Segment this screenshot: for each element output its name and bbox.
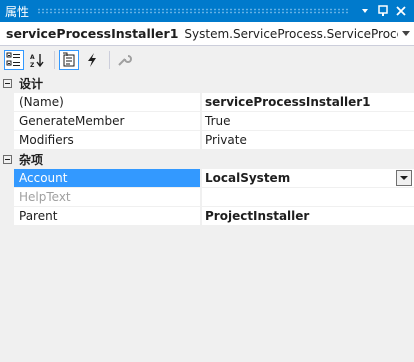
property-value-combo[interactable]: LocalSystem <box>202 169 414 188</box>
window-title: 属性 <box>5 4 30 19</box>
collapse-icon[interactable] <box>0 74 14 93</box>
property-row-name[interactable]: (Name) serviceProcessInstaller1 <box>0 93 414 112</box>
properties-icon[interactable] <box>59 50 79 70</box>
object-type: System.ServiceProcess.ServiceProcessInst… <box>184 26 414 41</box>
property-row-modifiers[interactable]: Modifiers Private <box>0 131 414 150</box>
property-name[interactable]: Parent <box>14 207 200 226</box>
properties-window-titlebar[interactable]: 属性 <box>0 0 414 22</box>
property-pages-wrench-icon[interactable] <box>114 50 134 70</box>
toolbar-separator <box>54 51 55 69</box>
property-name[interactable]: GenerateMember <box>14 112 200 131</box>
titlebar-grip[interactable] <box>37 8 349 14</box>
object-name: serviceProcessInstaller1 <box>6 26 179 41</box>
property-name[interactable]: (Name) <box>14 93 200 112</box>
toolbar-separator <box>109 51 110 69</box>
property-value[interactable] <box>202 188 414 207</box>
combo-dropdown-icon[interactable] <box>396 170 412 186</box>
window-menu-dropdown-icon[interactable] <box>357 3 373 19</box>
property-row-generatemember[interactable]: GenerateMember True <box>0 112 414 131</box>
close-icon[interactable] <box>393 3 409 19</box>
svg-text:Z: Z <box>30 62 35 68</box>
object-selector-dropdown-icon[interactable] <box>398 22 414 45</box>
categorized-icon[interactable] <box>4 50 24 70</box>
svg-text:A: A <box>30 54 35 61</box>
property-row-account[interactable]: Account LocalSystem <box>0 169 414 188</box>
category-label: 设计 <box>19 77 44 91</box>
property-row-parent[interactable]: Parent ProjectInstaller <box>0 207 414 226</box>
collapse-icon[interactable] <box>0 150 14 169</box>
category-misc[interactable]: 杂项 <box>0 150 414 169</box>
events-lightning-icon[interactable] <box>82 50 102 70</box>
property-value[interactable]: ProjectInstaller <box>202 207 414 226</box>
pin-icon[interactable] <box>375 3 391 19</box>
properties-toolbar: A Z <box>0 47 414 73</box>
category-design[interactable]: 设计 <box>0 74 414 93</box>
property-name[interactable]: HelpText <box>14 188 200 207</box>
property-name[interactable]: Modifiers <box>14 131 200 150</box>
alphabetical-icon[interactable]: A Z <box>27 50 47 70</box>
property-value[interactable]: Private <box>202 131 414 150</box>
category-label: 杂项 <box>19 153 44 167</box>
property-row-helptext[interactable]: HelpText <box>0 188 414 207</box>
grid-empty-area <box>0 226 414 362</box>
property-value[interactable]: serviceProcessInstaller1 <box>202 93 414 112</box>
object-selector[interactable]: serviceProcessInstaller1 System.ServiceP… <box>0 22 414 46</box>
property-grid: 设计 (Name) serviceProcessInstaller1 Gener… <box>0 74 414 226</box>
property-value[interactable]: True <box>202 112 414 131</box>
property-name[interactable]: Account <box>14 169 200 188</box>
property-value[interactable]: LocalSystem <box>205 171 290 185</box>
